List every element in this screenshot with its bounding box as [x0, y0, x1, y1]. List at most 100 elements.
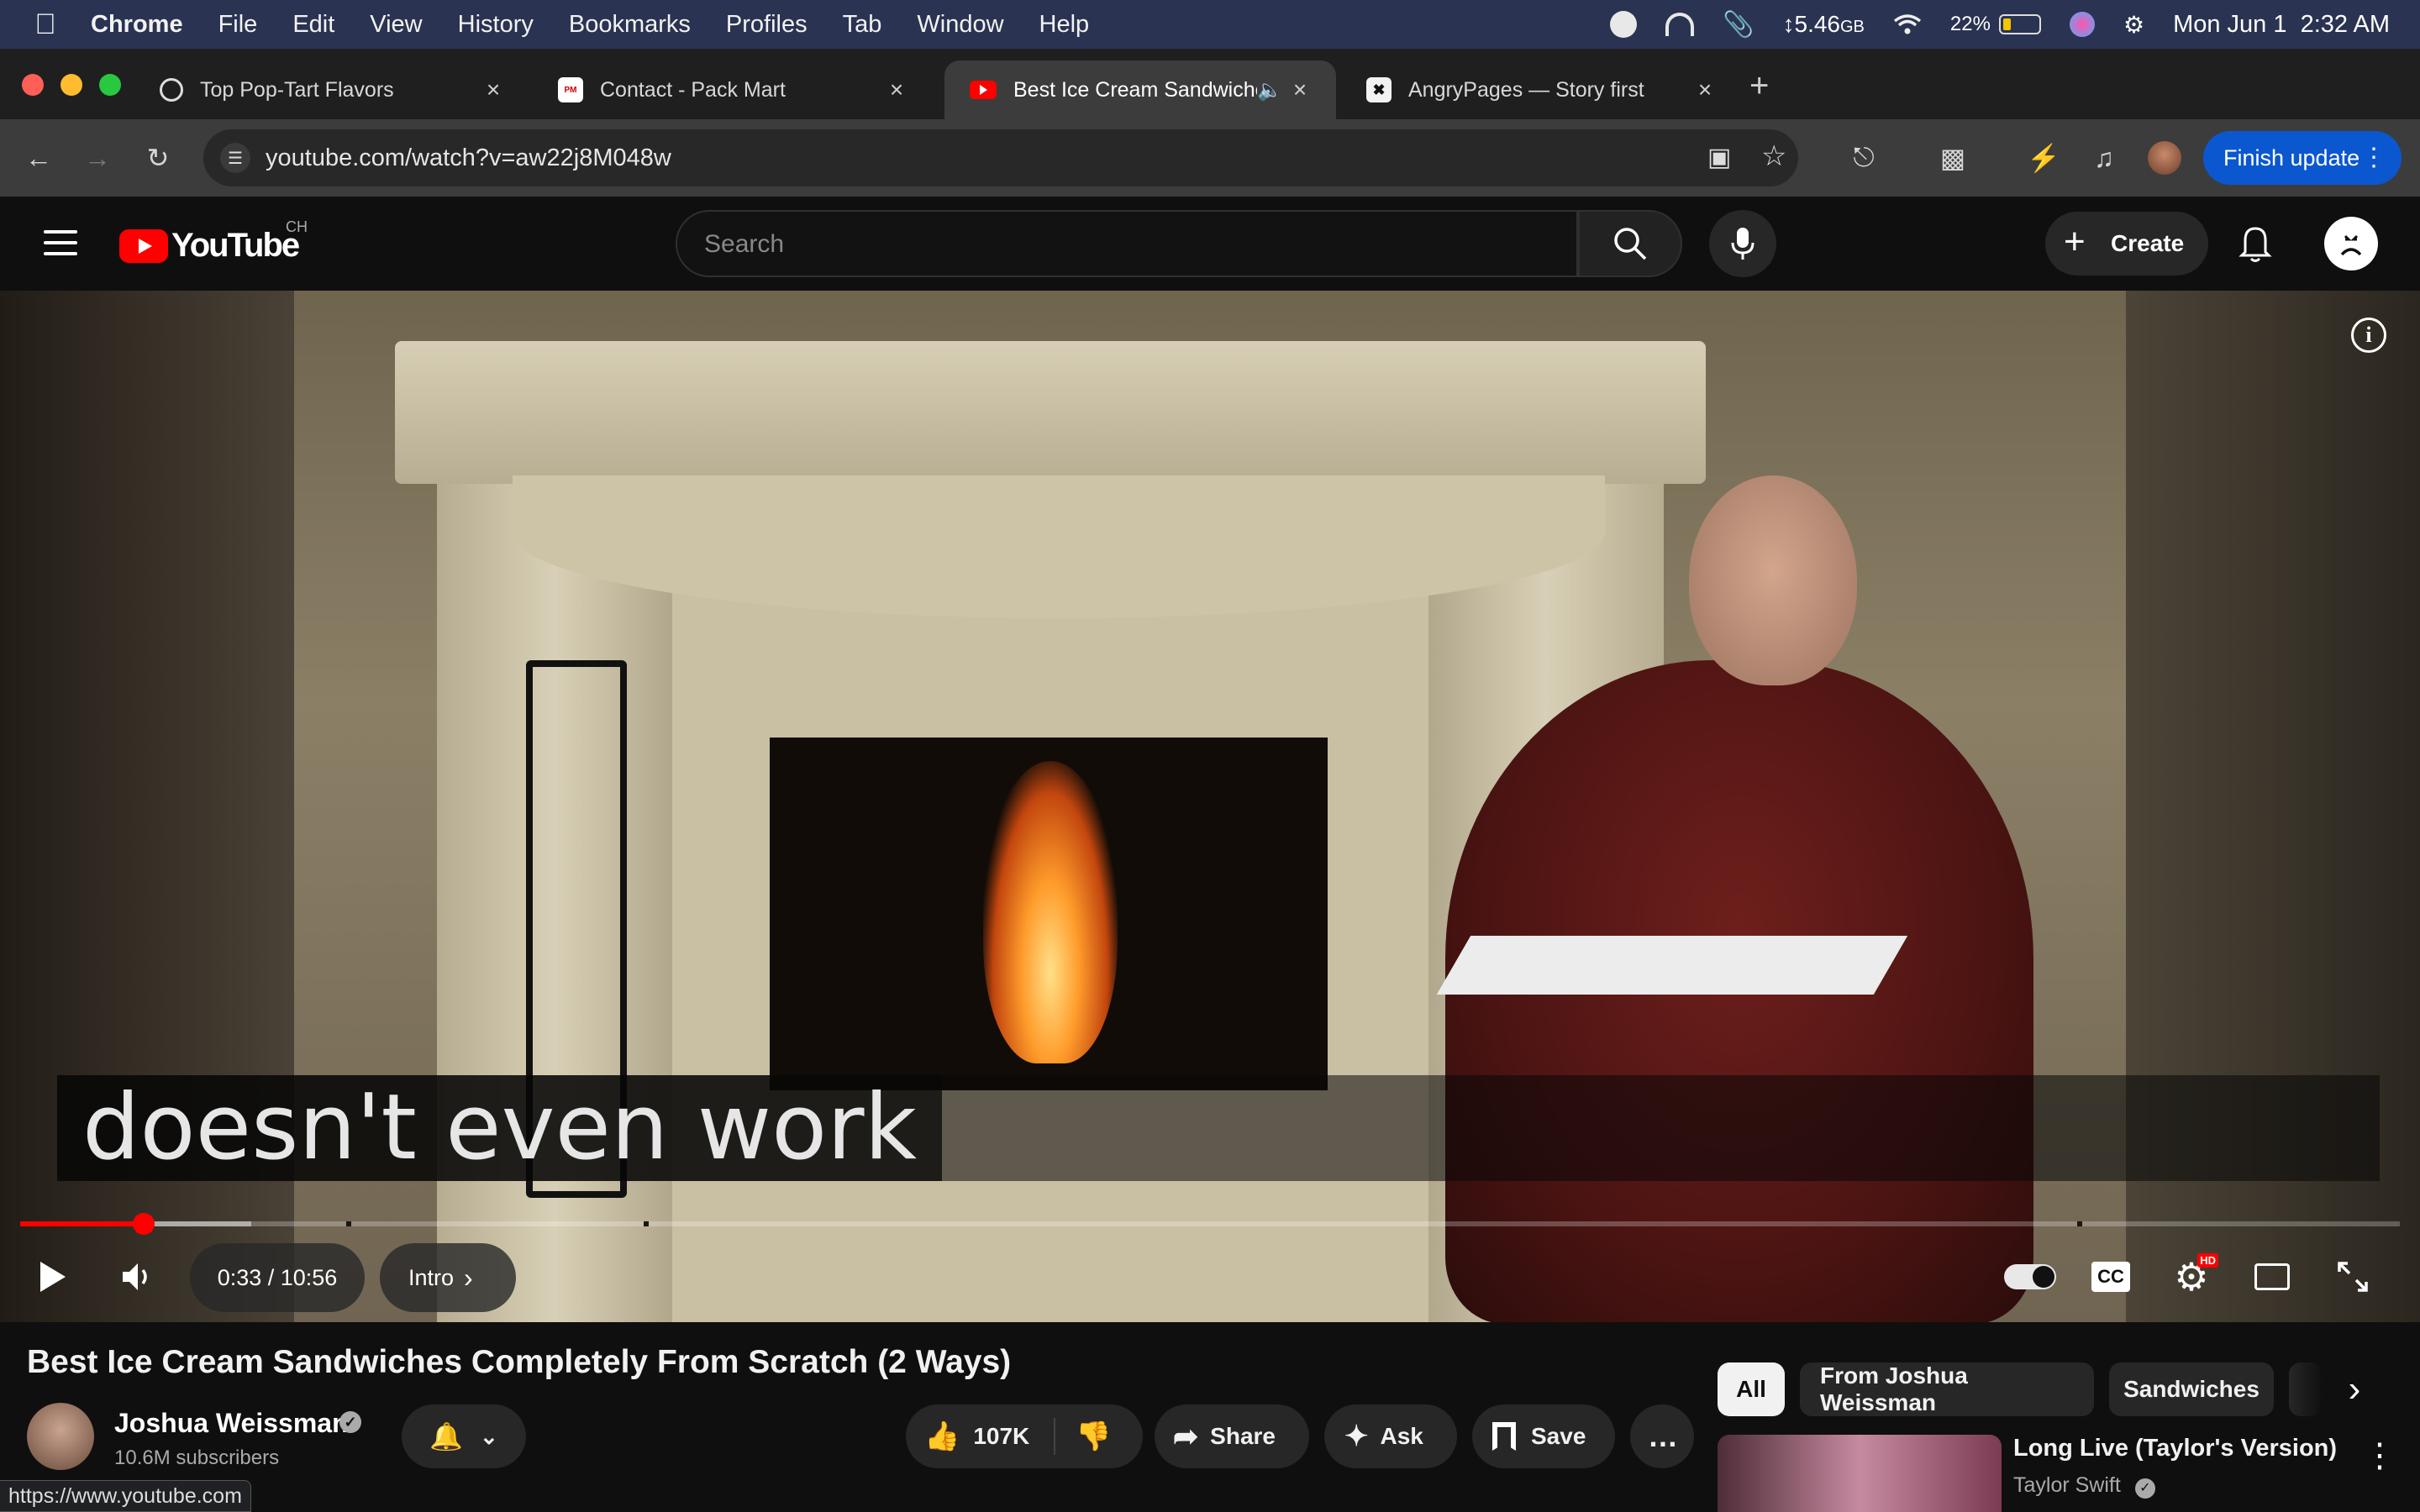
address-bar[interactable]: ☰ youtube.com/watch?v=aw22j8M048w ▣ ☆ — [203, 129, 1798, 186]
sparkle-icon: ✦ — [1344, 1420, 1369, 1452]
profile-avatar[interactable] — [2146, 139, 2183, 176]
close-tab-icon[interactable]: × — [1287, 76, 1313, 103]
search-icon — [1614, 228, 1647, 260]
chip-sandwiches[interactable]: Sandwiches — [2109, 1362, 2274, 1416]
close-tab-icon[interactable]: × — [1692, 76, 1718, 103]
tab-youtube[interactable]: Best Ice Cream Sandwiche 🔈 × — [944, 60, 1336, 119]
menu-window[interactable]: Window — [917, 11, 1003, 39]
video-title: Best Ice Cream Sandwiches Completely Fro… — [27, 1344, 1012, 1380]
extensions-icon[interactable]: ⎋ — [1845, 139, 1882, 176]
link-status-bubble: https://www.youtube.com — [0, 1480, 251, 1512]
reload-button[interactable]: ↻ — [139, 139, 176, 176]
create-button[interactable]: + Create — [2045, 212, 2208, 276]
tab-title: Top Pop-Tart Flavors — [200, 77, 394, 102]
menu-profiles[interactable]: Profiles — [726, 11, 808, 39]
memory-indicator[interactable]: ↕5.46GB — [1783, 11, 1865, 38]
tab-pack-mart[interactable]: PM Contact - Pack Mart × — [533, 60, 933, 119]
progress-bar[interactable] — [20, 1213, 2400, 1235]
arc-icon[interactable] — [1665, 13, 1695, 36]
menu-clock[interactable]: Mon Jun 1 2:32 AM — [2173, 11, 2390, 39]
chevron-down-icon: ⌄ — [480, 1423, 498, 1449]
save-button[interactable]: Save — [1472, 1404, 1615, 1468]
paperclip-icon[interactable]: 📎 — [1723, 10, 1754, 39]
recommendation-more-icon[interactable]: ⋮ — [2363, 1436, 2396, 1475]
dislike-button[interactable]: 👎 — [1055, 1420, 1111, 1453]
minimize-window-button[interactable] — [60, 74, 82, 96]
bookmark-star-icon[interactable]: ☆ — [1761, 139, 1786, 173]
menu-file[interactable]: File — [218, 11, 258, 39]
close-tab-icon[interactable]: × — [884, 76, 909, 103]
voice-search-button[interactable] — [1709, 210, 1776, 277]
close-tab-icon[interactable]: × — [481, 76, 506, 103]
play-button[interactable] — [29, 1253, 76, 1300]
info-icon[interactable]: i — [2351, 318, 2386, 353]
theater-mode-button[interactable] — [2249, 1253, 2296, 1300]
subscribe-notifications-button[interactable]: 🔔 ⌄ — [402, 1404, 526, 1468]
more-vert-icon[interactable]: ⋮ — [2361, 143, 2386, 172]
chip-all[interactable]: All — [1718, 1362, 1785, 1416]
more-actions-button[interactable]: … — [1630, 1404, 1694, 1468]
media-controls-icon[interactable]: ♫ — [2086, 139, 2123, 176]
like-button[interactable]: 👍 107K — [906, 1420, 1054, 1453]
channel-name[interactable]: Joshua Weissman — [114, 1408, 349, 1439]
wifi-icon[interactable] — [1893, 13, 1922, 35]
close-window-button[interactable] — [22, 74, 44, 96]
video-player[interactable]: i doesn't even work 0:33 / 10:56 Intro ›… — [0, 291, 2420, 1322]
youtube-header: YouTube CH Search + Create — [0, 197, 2420, 291]
zoom-window-button[interactable] — [99, 74, 121, 96]
menu-app-name[interactable]: Chrome — [91, 11, 183, 39]
recommendation-thumbnail[interactable] — [1718, 1435, 2002, 1512]
subscriber-count: 10.6M subscribers — [114, 1446, 280, 1469]
share-label: Share — [1210, 1423, 1276, 1449]
autoplay-toggle[interactable] — [2003, 1253, 2057, 1300]
tab-pop-tart[interactable]: Top Pop-Tart Flavors × — [134, 60, 529, 119]
finish-update-button[interactable]: Finish update ⋮ — [2203, 131, 2402, 185]
youtube-logo[interactable]: YouTube — [119, 227, 300, 265]
site-settings-icon[interactable]: ☰ — [220, 143, 250, 173]
hamburger-menu-icon[interactable] — [44, 230, 77, 263]
speaker-icon[interactable]: 🔈 — [1257, 78, 1287, 102]
control-center-icon[interactable]: ⚙ — [2123, 11, 2144, 39]
menu-view[interactable]: View — [370, 11, 422, 39]
menu-bookmarks[interactable]: Bookmarks — [569, 11, 691, 39]
channel-avatar[interactable] — [27, 1403, 94, 1470]
url-text[interactable]: youtube.com/watch?v=aw22j8M048w — [266, 144, 671, 172]
notifications-button[interactable] — [2235, 220, 2275, 267]
volume-button[interactable] — [114, 1253, 161, 1300]
menu-help[interactable]: Help — [1039, 11, 1090, 39]
status-app-icon[interactable] — [1610, 11, 1638, 38]
bell-icon: 🔔 — [429, 1421, 464, 1452]
siri-icon[interactable] — [2069, 12, 2095, 37]
new-tab-button[interactable]: + — [1749, 67, 1769, 105]
menu-history[interactable]: History — [458, 11, 534, 39]
theater-icon — [2254, 1263, 2290, 1290]
performance-icon[interactable]: ⚡ — [2025, 139, 2062, 176]
recommendation-artist[interactable]: Taylor Swift ✓ — [2013, 1473, 2155, 1499]
forward-button[interactable]: → — [79, 139, 116, 176]
fullscreen-button[interactable] — [2329, 1253, 2376, 1300]
tab-title: AngryPages — Story first — [1408, 77, 1644, 102]
back-button[interactable]: ← — [20, 139, 57, 176]
save-label: Save — [1531, 1423, 1586, 1449]
captions-button[interactable]: CC — [2087, 1253, 2134, 1300]
chips-next-icon[interactable]: › — [2331, 1366, 2378, 1413]
youtube-play-logo-icon — [119, 228, 168, 263]
chip-from-channel[interactable]: From Joshua Weissman — [1800, 1362, 2094, 1416]
settings-button[interactable]: ⚙ HD — [2168, 1253, 2218, 1300]
menu-edit[interactable]: Edit — [292, 11, 334, 39]
search-button[interactable] — [1578, 210, 1682, 277]
account-avatar[interactable] — [2324, 217, 2378, 270]
chapter-button[interactable]: Intro › — [380, 1243, 516, 1312]
share-button[interactable]: ➦ Share — [1155, 1404, 1309, 1468]
battery-indicator[interactable]: 22% — [1950, 13, 2041, 36]
thumbs-down-icon: 👎 — [1076, 1420, 1112, 1452]
search-input[interactable]: Search — [676, 210, 1578, 277]
recommendation-title[interactable]: Long Live (Taylor's Version) — [2013, 1435, 2337, 1462]
apple-menu-icon[interactable]:  — [0, 8, 91, 41]
ask-button[interactable]: ✦ Ask — [1324, 1404, 1457, 1468]
reading-mode-icon[interactable]: ▩ — [1934, 139, 1971, 176]
menu-tab[interactable]: Tab — [843, 11, 882, 39]
install-app-icon[interactable]: ▣ — [1707, 143, 1731, 172]
tab-angrypages[interactable]: ✖ AngryPages — Story first × — [1341, 60, 1741, 119]
macos-menu-bar:  Chrome File Edit View History Bookmark… — [0, 0, 2420, 49]
